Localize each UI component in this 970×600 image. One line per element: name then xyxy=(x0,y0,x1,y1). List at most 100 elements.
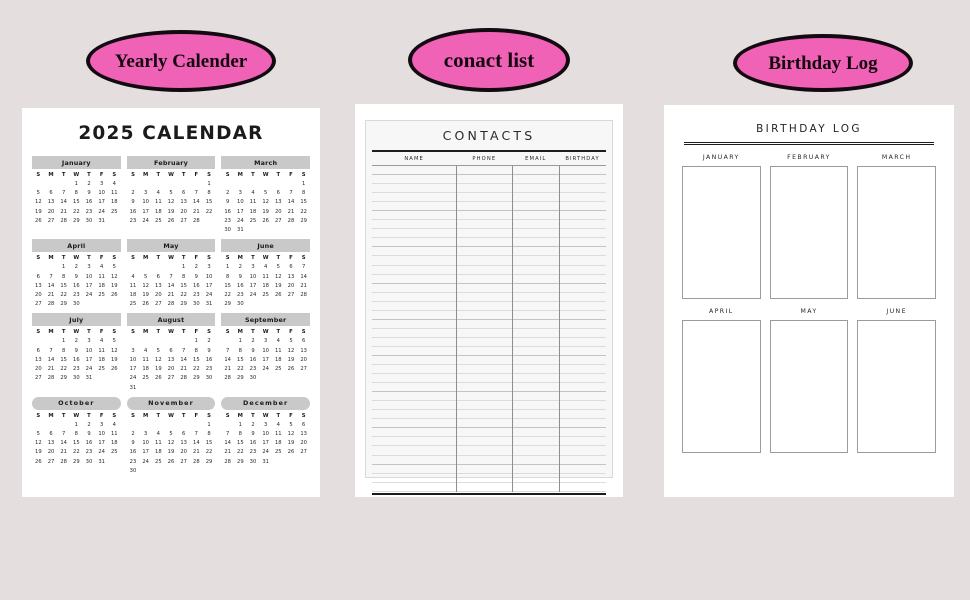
calendar-day-blank xyxy=(190,180,203,188)
birthday-log-month-box[interactable] xyxy=(769,320,849,453)
contacts-row[interactable] xyxy=(372,266,606,275)
birthday-log-title: BIRTHDAY LOG xyxy=(756,123,862,135)
calendar-weekday-label: T xyxy=(181,171,186,178)
calendar-day-cell: 7 xyxy=(194,190,198,197)
calendar-day-cell: 20 xyxy=(47,208,55,215)
contacts-row[interactable] xyxy=(372,229,606,239)
calendar-day-blank xyxy=(32,421,45,429)
calendar-day-cell: 11 xyxy=(98,273,105,280)
calendar-day-blank xyxy=(139,421,152,429)
calendar-month-name: June xyxy=(221,239,310,253)
calendar-month-name: August xyxy=(126,313,216,327)
calendar-day-cell: 6 xyxy=(36,273,40,280)
contacts-row[interactable] xyxy=(372,256,606,266)
calendar-day-cell: 8 xyxy=(181,273,186,280)
calendar-day-cell: 29 xyxy=(73,217,80,224)
contacts-row[interactable] xyxy=(372,392,606,402)
calendar-day-blank xyxy=(177,337,190,345)
birthday-log-month-box[interactable] xyxy=(857,320,936,453)
calendar-day-cell: 22 xyxy=(237,366,244,373)
calendar-weekday-label: T xyxy=(61,329,66,336)
contacts-row[interactable] xyxy=(372,401,606,411)
contacts-row[interactable] xyxy=(372,166,606,176)
contacts-row[interactable] xyxy=(372,211,606,221)
calendar-day-cell: 1 xyxy=(62,338,66,345)
calendar-day-cell: 2 xyxy=(238,264,242,271)
calendar-weekday-label: S xyxy=(131,255,135,262)
birthday-log-month-box[interactable] xyxy=(682,166,761,299)
contacts-row[interactable] xyxy=(372,465,606,474)
contacts-sheet: CONTACTS NAME PHONE EMAIL BIRTHDAY xyxy=(365,120,613,495)
contacts-row[interactable] xyxy=(372,419,606,429)
contacts-row[interactable] xyxy=(372,184,606,194)
contacts-row[interactable] xyxy=(372,347,606,356)
calendar-day-cell: 17 xyxy=(237,208,244,215)
contacts-row[interactable] xyxy=(372,365,606,375)
calendar-day-cell: 26 xyxy=(111,292,118,299)
calendar-day-cell: 3 xyxy=(99,180,104,187)
calendar-day-cell: 2 xyxy=(87,421,91,428)
badge-birthday-log-label: Birthday Log xyxy=(768,52,878,74)
poster-canvas: Yearly Calender conact list Birthday Log… xyxy=(0,0,970,600)
calendar-day-cell: 16 xyxy=(205,356,213,363)
contacts-column-header: PHONE xyxy=(472,156,497,162)
calendar-day-cell: 8 xyxy=(74,430,78,437)
calendar-month: August S M T W T F S 1 2 3 4 5 6 7 8 9 10 11 12 13 14 15 16 17 1… xyxy=(126,313,216,391)
contacts-row[interactable] xyxy=(372,356,606,366)
calendar-day-cell: 31 xyxy=(98,217,105,224)
calendar-day-cell: 4 xyxy=(131,273,135,280)
birthday-log-month-label: JANUARY xyxy=(702,154,740,161)
birthday-log-month-box[interactable] xyxy=(769,166,849,299)
contacts-row[interactable] xyxy=(372,284,606,293)
birthday-log-month-box[interactable] xyxy=(857,166,936,299)
calendar-day-cell: 19 xyxy=(35,208,42,215)
contacts-row[interactable] xyxy=(372,446,606,456)
contacts-row[interactable] xyxy=(372,383,606,393)
calendar-day-cell: 13 xyxy=(180,440,187,447)
calendar-day-cell: 6 xyxy=(49,190,53,197)
contacts-row[interactable] xyxy=(372,483,606,492)
contacts-row[interactable] xyxy=(372,302,606,311)
contacts-row[interactable] xyxy=(372,329,606,338)
birthday-log-month-box[interactable] xyxy=(682,320,761,453)
calendar-weekday-row: SMTWTFS xyxy=(221,172,310,178)
contacts-row[interactable] xyxy=(372,456,606,465)
contacts-row[interactable] xyxy=(372,374,606,384)
calendar-day-cell: 12 xyxy=(111,273,118,280)
calendar-weekday-label: W xyxy=(73,255,80,262)
calendar-day-cell: 16 xyxy=(249,356,257,363)
birthday-log-month-labels: JANUARY FEBRUARY MARCH xyxy=(682,154,936,161)
calendar-day-cell: 16 xyxy=(249,440,257,447)
calendar-day-cell: 20 xyxy=(180,449,187,456)
calendar-weekday-label: F xyxy=(194,255,199,262)
contacts-row[interactable] xyxy=(372,175,606,185)
calendar-day-cell: 9 xyxy=(238,273,242,280)
contacts-row[interactable] xyxy=(372,275,606,284)
birthday-log-month-label: MAY xyxy=(800,308,818,315)
calendar-day-blank xyxy=(165,263,178,271)
contacts-row[interactable] xyxy=(372,320,606,329)
calendar-day-cell: 19 xyxy=(275,282,282,289)
contacts-row[interactable] xyxy=(372,474,606,483)
contacts-row[interactable] xyxy=(372,193,606,203)
calendar-day-cell: 26 xyxy=(167,458,175,465)
calendar-day-cell: 16 xyxy=(85,199,93,206)
contacts-row[interactable] xyxy=(372,293,606,302)
calendar-day-cell: 2 xyxy=(251,338,255,345)
contacts-row[interactable] xyxy=(372,437,606,447)
calendar-day-cell: 6 xyxy=(301,338,306,345)
calendar-day-blank xyxy=(152,263,165,271)
contacts-row[interactable] xyxy=(372,410,606,420)
calendar-day-grid: 1 2 3 4 5 6 7 8 9 10 11 12 13 14 15 16 17 18 19 20 21 22 23 24 2… xyxy=(221,421,310,466)
contacts-row[interactable] xyxy=(372,220,606,230)
calendar-weekday-label: S xyxy=(301,329,306,336)
contacts-row[interactable] xyxy=(372,238,606,248)
calendar-day-cell: 9 xyxy=(131,440,135,447)
contacts-row[interactable] xyxy=(372,338,606,347)
contacts-row[interactable] xyxy=(372,428,606,438)
contacts-row[interactable] xyxy=(372,311,606,320)
calendar-day-blank xyxy=(234,180,247,188)
calendar-day-cell: 24 xyxy=(237,217,244,224)
contacts-row[interactable] xyxy=(372,202,606,212)
contacts-row[interactable] xyxy=(372,247,606,257)
